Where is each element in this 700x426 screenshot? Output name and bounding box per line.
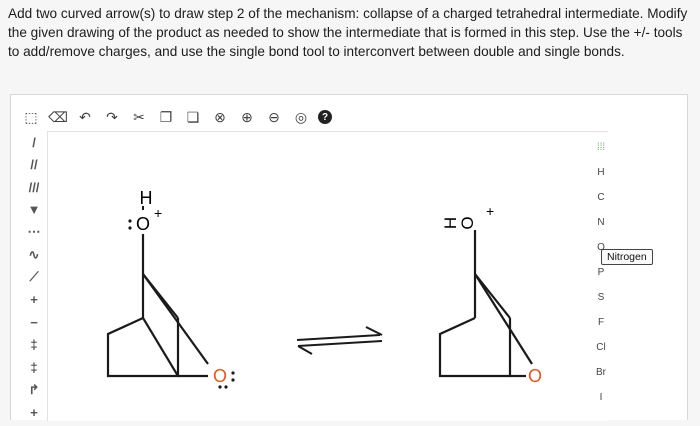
element-cl-button[interactable]: Cl [581, 335, 621, 360]
right-ring-oxygen-label: O [528, 366, 542, 386]
lone-pair-dot [128, 219, 132, 223]
redo-icon[interactable]: ↷ [102, 107, 122, 127]
hash-bond-tool[interactable]: ⋯ [23, 221, 45, 244]
element-toolbar: ⁞⁞⁞ H C N O P S F Cl Br I [581, 135, 621, 410]
paste-icon[interactable]: ❏ [183, 107, 203, 127]
element-f-button[interactable]: F [581, 310, 621, 335]
select-icon[interactable]: ⬚ [21, 107, 41, 127]
help-icon[interactable]: ? [318, 110, 332, 124]
wedge-bond-tool[interactable]: ▼ [23, 199, 45, 222]
element-n-button[interactable]: N [581, 210, 621, 235]
left-toolbar: //////▼ ⋯ ∿ ⟋ + − ‡ ‡ ↱ + [23, 131, 45, 424]
undo-icon[interactable]: ↶ [75, 107, 95, 127]
question-text: Add two curved arrow(s) to draw step 2 o… [8, 6, 688, 59]
curved-arrow-tool[interactable]: ↱ [23, 379, 45, 402]
left-molecule[interactable]: H O + O [106, 188, 235, 389]
periodic-table-button[interactable]: ⁞⁞⁞ [581, 135, 621, 160]
molecule-drawing: H O + O H O + O [106, 188, 542, 389]
single-bond-tool[interactable]: / [23, 131, 45, 154]
chain-tool[interactable]: ⟋ [23, 266, 45, 289]
left-oxygen-label: O [136, 214, 150, 234]
left-charge-label: + [154, 205, 162, 221]
drawing-canvas[interactable]: H O + O H O + O [47, 131, 608, 421]
cut-icon[interactable]: ✂ [129, 107, 149, 127]
equilibrium-arrows [296, 326, 383, 355]
right-ring-bonds[interactable] [438, 316, 512, 378]
wavy-bond-tool[interactable]: ∿ [23, 244, 45, 267]
element-br-button[interactable]: Br [581, 360, 621, 385]
lone-pair-dot [231, 371, 235, 375]
left-ring-oxygen-label: O [213, 366, 227, 386]
lone-pair-dot [224, 385, 228, 389]
lone-pair-dot [128, 226, 132, 230]
plus-charge-tool[interactable]: + [23, 289, 45, 312]
minus-charge-tool[interactable]: − [23, 311, 45, 334]
radical-tool[interactable]: ‡ [23, 356, 45, 379]
right-bond[interactable] [474, 273, 533, 365]
clean-icon[interactable]: ⊗ [210, 107, 230, 127]
right-oxygen-label: O [458, 216, 477, 229]
lone-pair-dot [231, 378, 235, 382]
eraser-icon[interactable]: ⌫ [48, 107, 68, 127]
zoom-fit-icon[interactable]: ◎ [291, 107, 311, 127]
top-toolbar: ⬚ ⌫ ↶ ↷ ✂ ❐ ❏ ⊗ ⊕ ⊖ ◎? [21, 105, 332, 129]
triple-bond-tool[interactable]: /// [23, 176, 45, 199]
lone-pair-tool[interactable]: ‡ [23, 334, 45, 357]
element-c-button[interactable]: C [581, 185, 621, 210]
element-s-button[interactable]: S [581, 285, 621, 310]
zoom-out-icon[interactable]: ⊖ [264, 107, 284, 127]
element-i-button[interactable]: I [581, 385, 621, 410]
left-bond[interactable] [142, 273, 209, 365]
copy-icon[interactable]: ❐ [156, 107, 176, 127]
lone-pair-dot [218, 385, 222, 389]
tooltip: Nitrogen [601, 249, 653, 265]
element-h-button[interactable]: H [581, 160, 621, 185]
left-h-label: H [140, 188, 153, 208]
more-tool[interactable]: + [23, 401, 45, 424]
zoom-in-icon[interactable]: ⊕ [237, 107, 257, 127]
right-charge-label: + [486, 203, 494, 219]
right-molecule[interactable]: H O + O [438, 203, 542, 386]
double-bond-tool[interactable]: // [23, 154, 45, 177]
drawing-editor: ⬚ ⌫ ↶ ↷ ✂ ❐ ❏ ⊗ ⊕ ⊖ ◎? //////▼ ⋯ ∿ ⟋ + − ‡ ‡ ↱ + H O + O [10, 94, 688, 421]
left-ring-bonds[interactable] [106, 274, 180, 378]
